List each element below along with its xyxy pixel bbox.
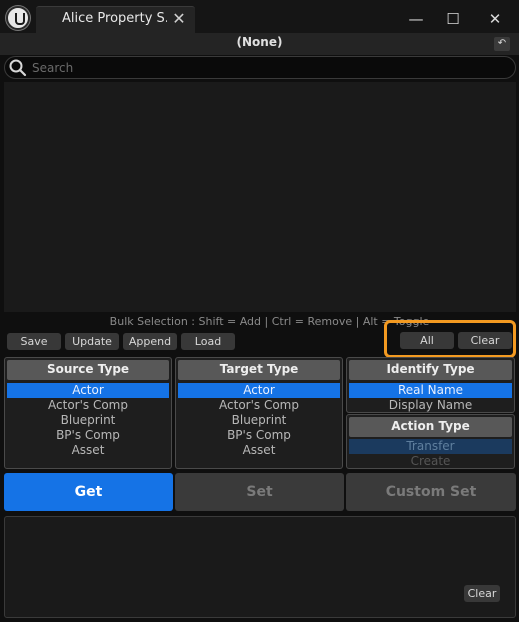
identify-type-panel: Identify Type Real Name Display Name (346, 357, 515, 413)
append-button[interactable]: Append (123, 333, 177, 350)
target-type-header: Target Type (178, 360, 340, 380)
identify-type-option[interactable]: Real Name (349, 383, 512, 398)
tab-title: Alice Property S... (62, 11, 167, 26)
action-type-option: Create (410, 454, 451, 468)
close-button[interactable]: ✕ (483, 8, 507, 30)
output-log (4, 516, 516, 618)
target-type-option[interactable]: Actor's Comp (178, 398, 340, 413)
source-type-option[interactable]: Blueprint (7, 413, 169, 428)
target-type-option[interactable]: Blueprint (178, 413, 340, 428)
panel-title: (None) (236, 35, 283, 49)
search-input[interactable] (32, 58, 502, 77)
source-type-option[interactable]: BP's Comp (7, 428, 169, 443)
save-button[interactable]: Save (7, 333, 61, 350)
highlight-frame (384, 320, 516, 358)
unreal-logo-icon (6, 6, 30, 30)
action-type-option: Transfer (349, 439, 512, 454)
source-type-header: Source Type (7, 360, 169, 380)
target-type-option[interactable]: BP's Comp (178, 428, 340, 443)
identify-type-option[interactable]: Display Name (349, 398, 512, 413)
get-button[interactable]: Get (4, 473, 173, 511)
undo-icon[interactable]: ↶ (494, 37, 510, 51)
action-type-panel: Action Type Transfer Create (346, 414, 515, 469)
tab-close-icon[interactable]: ✕ (172, 10, 186, 28)
source-type-option[interactable]: Asset (7, 443, 169, 458)
custom-set-button: Custom Set (346, 473, 516, 511)
update-button[interactable]: Update (65, 333, 119, 350)
source-type-panel: Source Type Actor Actor's Comp Blueprint… (4, 357, 172, 469)
minimize-button[interactable]: — (404, 8, 428, 30)
set-button: Set (175, 473, 344, 511)
search-icon (9, 59, 27, 77)
property-list-area (4, 82, 516, 312)
target-type-option[interactable]: Actor (178, 383, 340, 398)
target-type-option[interactable]: Asset (178, 443, 340, 458)
source-type-option[interactable]: Actor (7, 383, 169, 398)
maximize-button[interactable]: ☐ (441, 8, 465, 30)
identify-type-header: Identify Type (349, 360, 512, 380)
load-button[interactable]: Load (181, 333, 235, 350)
target-type-panel: Target Type Actor Actor's Comp Blueprint… (175, 357, 343, 469)
log-clear-button[interactable]: Clear (464, 585, 500, 602)
source-type-option[interactable]: Actor's Comp (7, 398, 169, 413)
action-type-header: Action Type (349, 417, 512, 437)
